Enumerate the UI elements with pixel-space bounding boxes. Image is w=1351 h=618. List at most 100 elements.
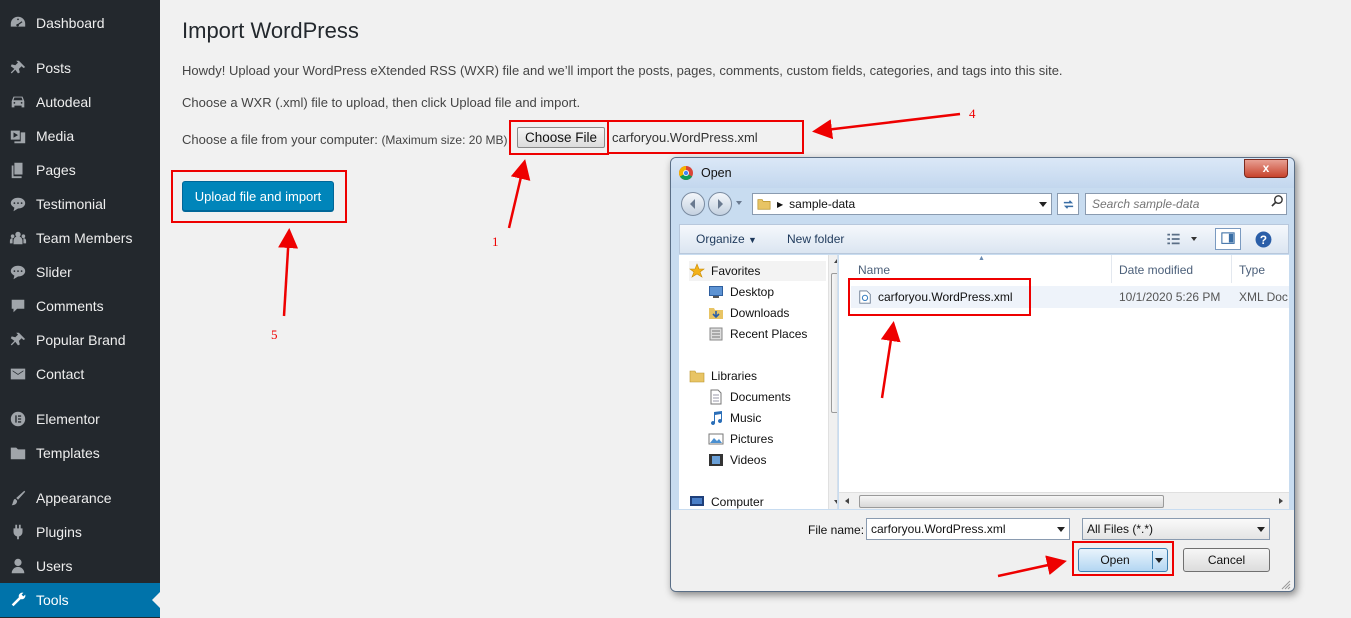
help-icon[interactable]: ? [1255,231,1272,248]
nav-recent-places[interactable]: Recent Places [708,324,807,344]
active-indicator [152,592,160,608]
annotation-box-selected-file [848,278,1031,316]
file-pane-scrollbar[interactable] [839,492,1289,509]
column-separator [1231,255,1232,283]
refresh-button[interactable] [1057,193,1079,215]
organize-menu[interactable]: Organize ▼ [696,232,757,246]
file-type-filter[interactable]: All Files (*.*) [1082,518,1270,540]
nav-favorites[interactable]: Favorites [689,261,826,281]
view-dropdown-icon[interactable] [1191,237,1197,241]
sidebar-item-popular-brand[interactable]: Popular Brand [0,323,160,357]
file-label-text: Choose a file from your computer: [182,132,378,147]
nav-downloads[interactable]: Downloads [708,303,789,323]
view-options-icon[interactable] [1166,232,1181,246]
sidebar-item-elementor[interactable]: Elementor [0,402,160,436]
annotation-box-chosen-file [607,120,804,154]
back-arrow-icon [690,199,695,209]
admin-sidebar: Dashboard Posts Autodeal Media Pages Tes… [0,0,160,618]
forward-button[interactable] [708,192,732,216]
sidebar-item-media[interactable]: Media [0,119,160,153]
sidebar-item-label: Users [36,558,73,574]
plugin-icon [8,522,28,542]
sidebar-item-slider[interactable]: Slider [0,255,160,289]
pin-icon [8,58,28,78]
sidebar-item-label: Team Members [36,230,133,246]
speech-bubble-icon [8,262,28,282]
preview-pane-icon [1221,232,1235,244]
address-dropdown-icon[interactable] [1039,202,1047,207]
close-button[interactable]: x [1244,159,1288,178]
media-icon [8,126,28,146]
refresh-icon [1063,199,1073,209]
column-header-date[interactable]: Date modified [1119,263,1193,277]
cancel-button[interactable]: Cancel [1183,548,1270,572]
address-bar[interactable]: ▶ sample-data [752,193,1052,215]
nav-videos[interactable]: Videos [708,450,766,470]
column-separator [1111,255,1112,283]
sidebar-item-label: Contact [36,366,85,382]
sidebar-item-posts[interactable]: Posts [0,51,160,85]
sidebar-item-users[interactable]: Users [0,549,160,583]
libraries-icon [689,370,705,383]
nav-music[interactable]: Music [708,408,761,428]
sidebar-item-label: Testimonial [36,196,107,212]
file-name-label: File name: [808,523,865,537]
scroll-up-icon[interactable] [834,259,837,263]
nav-libraries[interactable]: Libraries [689,366,757,386]
nav-pane-scrollbar[interactable] [828,255,837,509]
sidebar-item-tools[interactable]: Tools [0,583,160,617]
address-text: sample-data [789,197,856,211]
videos-icon [709,454,723,466]
new-folder-button[interactable]: New folder [787,232,844,246]
file-name-input[interactable]: carforyou.WordPress.xml [866,518,1070,540]
scroll-down-icon[interactable] [834,500,837,504]
nav-label: Favorites [711,264,761,278]
search-input[interactable] [1085,193,1287,215]
music-icon [711,411,723,426]
sidebar-item-pages[interactable]: Pages [0,153,160,187]
annotation-label-1: 1 [492,234,499,249]
nav-computer[interactable]: Computer [689,492,764,509]
sidebar-item-label: Tools [36,592,69,608]
wrench-icon [8,590,28,610]
back-button[interactable] [681,192,705,216]
resize-grip-icon[interactable] [1281,580,1291,590]
dialog-titlebar[interactable]: Open x [671,158,1294,188]
groups-icon [8,228,28,248]
annotation-label-5: 5 [271,327,278,342]
history-dropdown-icon[interactable] [736,201,742,205]
arrow-5 [278,228,299,317]
sidebar-item-dashboard[interactable]: Dashboard [0,6,160,40]
sidebar-item-appearance[interactable]: Appearance [0,481,160,515]
instruction-text: Choose a WXR (.xml) file to upload, then… [182,95,581,110]
preview-pane-button[interactable] [1215,228,1241,250]
annotation-label-4: 4 [969,106,976,121]
speech-bubble-icon [8,194,28,214]
sidebar-item-plugins[interactable]: Plugins [0,515,160,549]
nav-documents[interactable]: Documents [708,387,791,407]
sidebar-item-label: Plugins [36,524,82,540]
arrow-1 [507,159,531,229]
nav-pane-scroll-thumb[interactable] [831,273,837,413]
scroll-right-icon[interactable] [1279,498,1283,504]
sidebar-item-comments[interactable]: Comments [0,289,160,323]
file-type-filter-value: All Files (*.*) [1087,522,1154,536]
sidebar-item-contact[interactable]: Contact [0,357,160,391]
sidebar-item-templates[interactable]: Templates [0,436,160,470]
sidebar-item-autodeal[interactable]: Autodeal [0,85,160,119]
nav-pictures[interactable]: Pictures [708,429,773,449]
file-label: Choose a file from your computer: (Maxim… [182,132,507,147]
scroll-left-icon[interactable] [845,498,849,504]
nav-desktop[interactable]: Desktop [708,282,774,302]
folder-icon [757,199,771,210]
open-file-dialog: Open x ▶ sample-data Organize ▼ New fold… [670,157,1295,592]
sidebar-item-testimonial[interactable]: Testimonial [0,187,160,221]
file-pane-scroll-thumb[interactable] [859,495,1164,508]
dialog-command-bar: Organize ▼ New folder ? [679,224,1289,254]
file-name-dropdown-icon[interactable] [1057,527,1065,532]
sidebar-item-team-members[interactable]: Team Members [0,221,160,255]
column-header-type[interactable]: Type [1239,263,1265,277]
arrow-4 [812,112,961,140]
nav-label: Computer [711,495,764,509]
column-header-name[interactable]: Name [858,263,890,277]
